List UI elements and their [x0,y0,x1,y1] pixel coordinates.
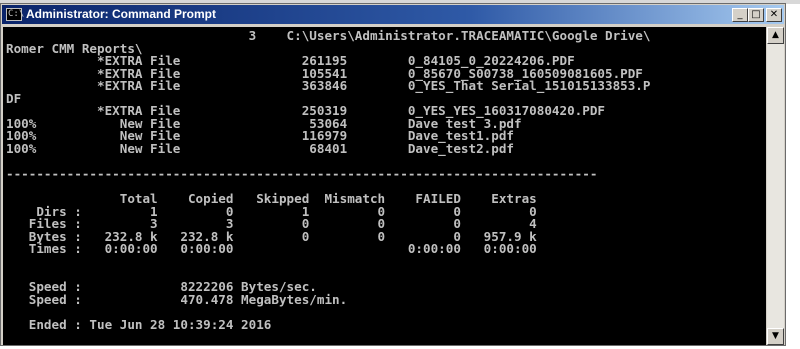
cmd-icon[interactable]: C:\ [6,8,24,21]
window-title: Administrator: Command Prompt [26,7,217,21]
scroll-down-arrow-icon[interactable]: ▼ [767,328,784,345]
console-line: Ended : Tue Jun 28 10:39:24 2016 [6,316,272,332]
maximize-button[interactable]: □ [748,8,764,22]
command-prompt-line: C:\> [6,343,45,345]
console-line: ----------------------------------------… [6,166,598,182]
console-line: 100% New File 68401 Dave_test2.pdf [6,140,514,156]
vertical-scrollbar[interactable]: ▲ ▼ [767,27,784,345]
console-line: *EXTRA File 363846 0_YES_That Serial_151… [6,78,651,94]
title-bar[interactable]: C:\ Administrator: Command Prompt _ □ ✕ [2,5,784,24]
scroll-up-arrow-icon[interactable]: ▲ [767,27,784,44]
close-button[interactable]: ✕ [766,8,782,22]
console-line: Times : 0:00:00 0:00:00 0:00:00 0:00:00 [6,241,537,257]
console-output[interactable]: 3 C:\Users\Administrator.TRACEAMATIC\Goo… [3,27,766,345]
console-line: Speed : 470.478 MegaBytes/min. [6,291,348,307]
command-prompt-window: C:\ Administrator: Command Prompt _ □ ✕ … [0,3,786,346]
minimize-button[interactable]: _ [732,8,748,22]
